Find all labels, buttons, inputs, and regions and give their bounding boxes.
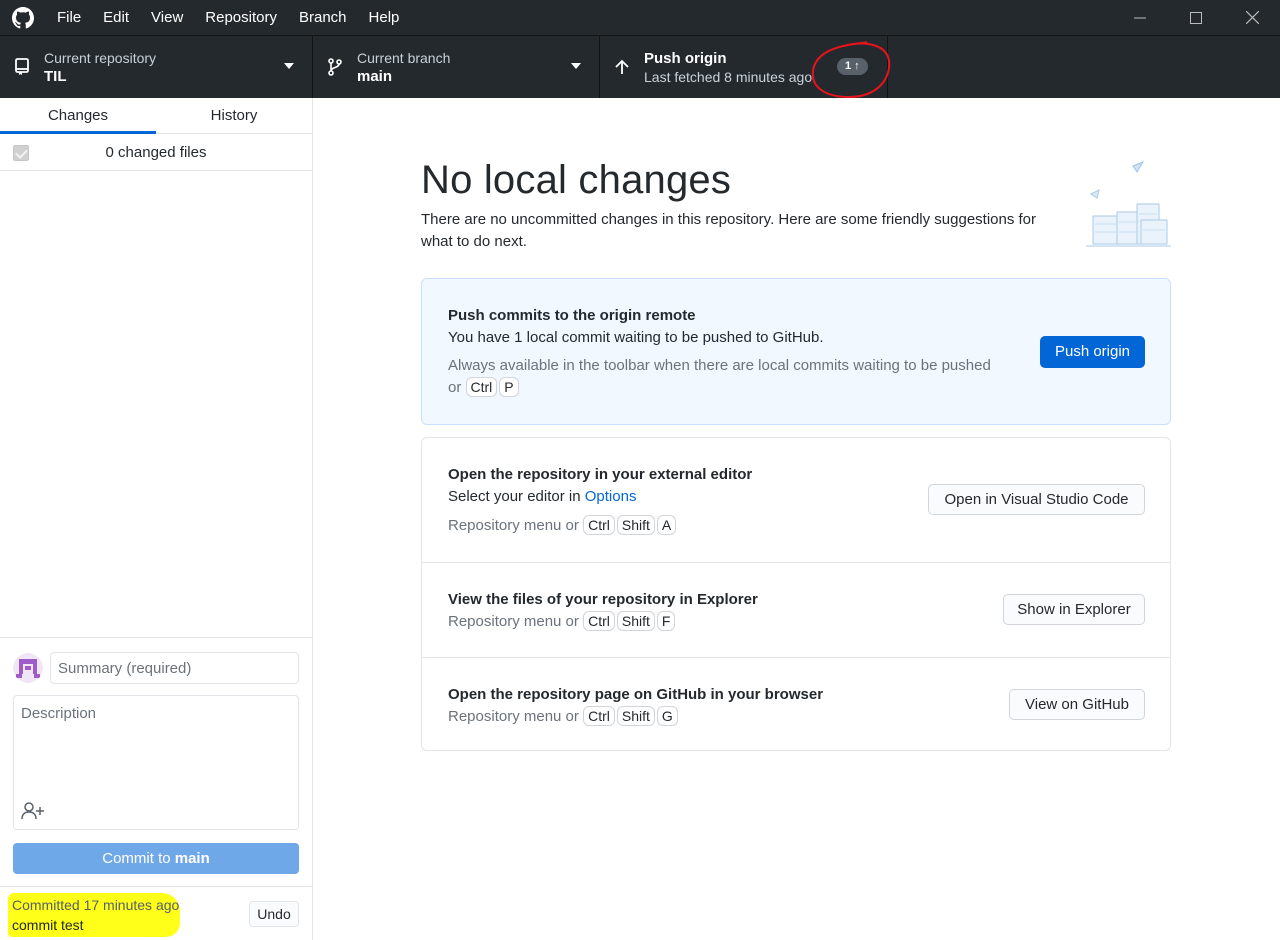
push-commits-card: Push commits to the origin remote You ha… — [421, 278, 1171, 425]
suggestions-card-group: Open the repository in your external edi… — [421, 437, 1171, 751]
open-editor-row: Open the repository in your external edi… — [422, 438, 1170, 562]
kbd-a: A — [656, 515, 677, 535]
explorer-card-hint: Repository menu or Ctrl Shift F — [448, 611, 677, 633]
kbd-shift: Shift — [616, 611, 655, 631]
main-panel: No local changes There are no uncommitte… — [313, 98, 1280, 940]
current-branch-dropdown[interactable]: Current branch main — [313, 36, 600, 98]
last-commit-message: commit test — [12, 917, 84, 933]
menu-edit[interactable]: Edit — [92, 0, 140, 35]
kbd-ctrl: Ctrl — [465, 377, 498, 397]
maximize-button[interactable] — [1168, 0, 1224, 35]
toolbar: Current repository TIL Current branch ma… — [0, 35, 1280, 99]
kbd-ctrl: Ctrl — [583, 611, 615, 631]
github-card-hint: Repository menu or Ctrl Shift G — [448, 706, 680, 728]
kbd-shift: Shift — [616, 706, 655, 726]
title-bar: File Edit View Repository Branch Help — [0, 0, 1280, 35]
push-card-title: Push commits to the origin remote — [448, 307, 696, 324]
close-button[interactable] — [1224, 0, 1280, 35]
undo-button[interactable]: Undo — [249, 901, 299, 927]
branch-name: main — [357, 67, 393, 85]
view-on-github-button[interactable]: View on GitHub — [1009, 689, 1145, 720]
commit-form: Commit to main — [0, 637, 312, 886]
summary-input[interactable] — [50, 652, 299, 684]
github-card-title: Open the repository page on GitHub in yo… — [448, 686, 824, 703]
kbd-p: P — [499, 377, 519, 397]
kbd-ctrl: Ctrl — [583, 515, 615, 535]
menu-repository[interactable]: Repository — [194, 0, 288, 35]
push-card-hint-text: Always available in the toolbar when the… — [448, 357, 991, 396]
menu-help[interactable]: Help — [358, 0, 411, 35]
push-origin-card-button[interactable]: Push origin — [1040, 336, 1145, 368]
push-subtitle: Last fetched 8 minutes ago — [644, 68, 813, 85]
show-in-explorer-button[interactable]: Show in Explorer — [1003, 594, 1145, 625]
editor-card-title: Open the repository in your external edi… — [448, 466, 753, 483]
push-origin-button[interactable]: Push origin Last fetched 8 minutes ago 1… — [600, 36, 891, 99]
changed-files-count: 0 changed files — [105, 143, 207, 161]
repo-label: Current repository — [44, 49, 157, 66]
push-card-hint: Always available in the toolbar when the… — [448, 355, 1008, 399]
minimize-button[interactable] — [1112, 0, 1168, 35]
options-link[interactable]: Options — [585, 488, 637, 505]
description-box — [13, 695, 299, 830]
changed-files-header: 0 changed files — [0, 134, 312, 171]
empty-state-illustration — [1086, 160, 1171, 247]
chevron-down-icon — [284, 63, 294, 69]
menu-file[interactable]: File — [46, 0, 92, 35]
sidebar-tabs: Changes History — [0, 98, 312, 134]
chevron-down-icon — [571, 63, 581, 69]
page-title: No local changes — [421, 158, 732, 202]
push-title: Push origin — [644, 49, 727, 67]
editor-hint-text: Repository menu or — [448, 517, 579, 534]
menu-view[interactable]: View — [140, 0, 194, 35]
github-hint-text: Repository menu or — [448, 708, 579, 725]
kbd-shift: Shift — [616, 515, 655, 535]
branch-label: Current branch — [357, 49, 451, 66]
description-input[interactable] — [14, 696, 298, 796]
tab-history[interactable]: History — [156, 98, 312, 133]
explorer-card-title: View the files of your repository in Exp… — [448, 591, 758, 608]
repo-icon — [0, 58, 44, 76]
last-commit-panel: Committed 17 minutes ago commit test Und… — [0, 886, 312, 940]
open-in-vscode-button[interactable]: Open in Visual Studio Code — [928, 484, 1145, 515]
repo-name: TIL — [44, 67, 67, 85]
kbd-f: F — [656, 611, 676, 631]
editor-desc-prefix: Select your editor in — [448, 488, 585, 505]
ahead-count-badge: 1 ↑ — [837, 58, 868, 75]
page-subtitle: There are no uncommitted changes in this… — [421, 211, 1037, 250]
sidebar: Changes History 0 changed files Commit — [0, 98, 313, 940]
show-explorer-row: View the files of your repository in Exp… — [422, 562, 1170, 657]
commit-prefix: Commit to — [102, 850, 175, 867]
commit-branch: main — [174, 850, 210, 867]
kbd-g: G — [656, 706, 678, 726]
tab-changes[interactable]: Changes — [0, 98, 156, 134]
avatar — [13, 653, 43, 683]
branch-icon — [313, 58, 357, 76]
add-coauthor-icon[interactable] — [21, 801, 45, 821]
view-github-row: Open the repository page on GitHub in yo… — [422, 657, 1170, 751]
push-card-description: You have 1 local commit waiting to be pu… — [448, 329, 824, 346]
explorer-hint-text: Repository menu or — [448, 613, 579, 630]
kbd-ctrl: Ctrl — [583, 706, 615, 726]
commit-button[interactable]: Commit to main — [13, 843, 299, 874]
menu-branch[interactable]: Branch — [288, 0, 358, 35]
current-repository-dropdown[interactable]: Current repository TIL — [0, 36, 313, 98]
select-all-checkbox[interactable] — [13, 145, 29, 161]
editor-card-description: Select your editor in Options — [448, 488, 636, 505]
arrow-up-icon — [600, 59, 644, 75]
editor-card-hint: Repository menu or Ctrl Shift A — [448, 515, 678, 537]
last-commit-time: Committed 17 minutes ago — [12, 897, 180, 913]
github-logo-icon — [0, 0, 46, 35]
